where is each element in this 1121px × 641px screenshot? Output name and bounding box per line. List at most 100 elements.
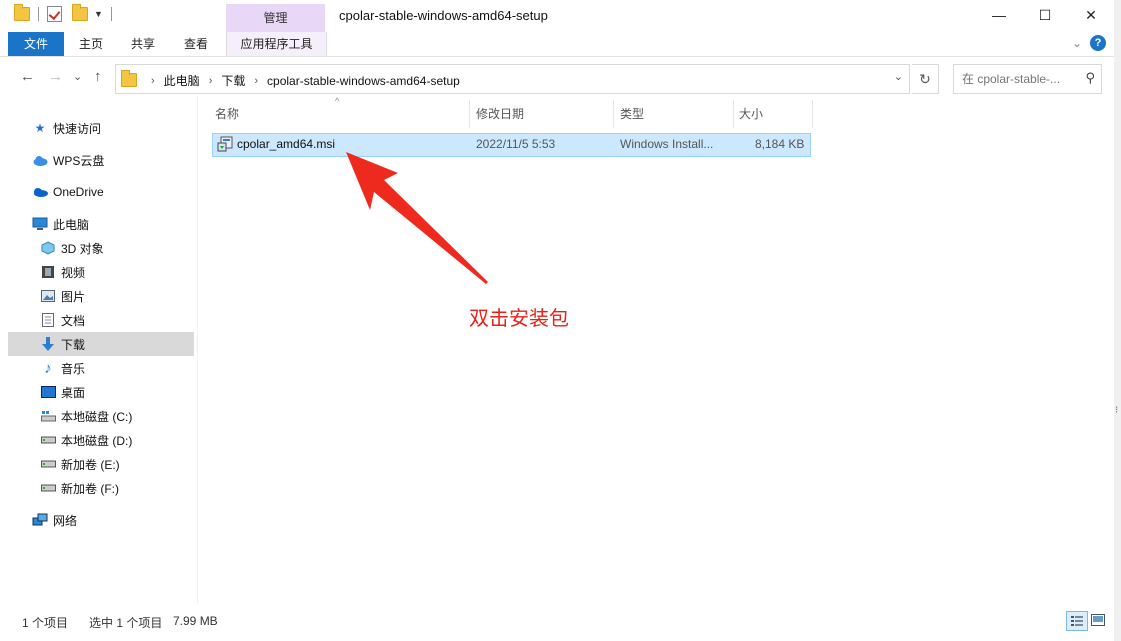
column-header-type[interactable]: 类型: [620, 98, 644, 130]
status-bar: 1 个项目 选中 1 个项目 7.99 MB: [0, 606, 1114, 636]
manage-tab[interactable]: 管理: [226, 4, 325, 32]
drive-icon: [40, 432, 56, 448]
column-separator[interactable]: [469, 100, 470, 128]
3d-objects-icon: [40, 240, 56, 256]
expand-ribbon-chevron-icon[interactable]: ⌄: [1072, 36, 1082, 50]
background-window-edge: ⁝: [1114, 0, 1121, 641]
sidebar-item-onedrive[interactable]: OneDrive: [8, 180, 194, 204]
status-selected-size: 7.99 MB: [173, 614, 218, 628]
ribbon-tabs: 文件 主页 共享 查看 应用程序工具 ⌄ ?: [0, 32, 1114, 56]
address-bar[interactable]: › 此电脑 › 下载 › cpolar-stable-windows-amd64…: [115, 64, 910, 94]
sidebar-item-drive-f[interactable]: 新加卷 (F:): [8, 476, 194, 500]
music-icon: ♪: [44, 359, 52, 377]
sidebar-item-label: 快速访问: [53, 121, 102, 136]
sidebar-item-label: 3D 对象: [61, 241, 104, 256]
sidebar-item-label: 文档: [61, 313, 86, 328]
details-view-icon: [1071, 616, 1083, 626]
sidebar-item-label: 网络: [53, 513, 78, 528]
minimize-button[interactable]: —: [976, 0, 1022, 30]
sidebar-item-drive-e[interactable]: 新加卷 (E:): [8, 452, 194, 476]
sidebar-item-drive-c[interactable]: 本地磁盘 (C:): [8, 404, 194, 428]
navigation-bar: ← → ⌄ ↑ › 此电脑 › 下载 › cpolar-stable-windo…: [0, 62, 1114, 94]
sidebar-item-documents[interactable]: 文档: [8, 308, 194, 332]
sidebar-item-label: 音乐: [61, 361, 86, 376]
sidebar-item-network[interactable]: 网络: [8, 508, 194, 532]
sidebar-item-this-pc[interactable]: 此电脑: [8, 212, 194, 236]
sidebar-item-label: OneDrive: [53, 185, 104, 199]
window-controls: — ☐ ✕: [976, 0, 1114, 30]
sidebar-item-desktop[interactable]: 桌面: [8, 380, 194, 404]
sidebar-item-label: 本地磁盘 (C:): [61, 409, 133, 424]
breadcrumb: › 此电脑 › 下载 › cpolar-stable-windows-amd64…: [142, 72, 460, 89]
column-separator[interactable]: [733, 100, 734, 128]
back-button[interactable]: ←: [20, 68, 35, 85]
folder-icon: [121, 70, 137, 87]
title-bar: ▼ 管理 cpolar-stable-windows-amd64-setup —…: [0, 0, 1114, 32]
folder-icon: [14, 4, 30, 21]
sidebar-item-label: 新加卷 (F:): [61, 481, 119, 496]
window-title: cpolar-stable-windows-amd64-setup: [339, 8, 548, 23]
breadcrumb-this-pc[interactable]: 此电脑: [164, 72, 200, 89]
column-header-name[interactable]: 名称: [215, 98, 239, 130]
drive-icon: [40, 480, 56, 496]
new-folder-icon[interactable]: [72, 4, 88, 21]
computer-icon: [32, 216, 48, 232]
column-separator[interactable]: [613, 100, 614, 128]
ribbon-right-controls: ⌄ ?: [1072, 35, 1106, 51]
download-icon: [40, 336, 56, 352]
sidebar-item-videos[interactable]: 视频: [8, 260, 194, 284]
properties-icon[interactable]: [47, 6, 62, 22]
tab-share[interactable]: 共享: [126, 32, 160, 56]
large-icons-view-button[interactable]: [1088, 611, 1108, 629]
breadcrumb-downloads[interactable]: 下载: [221, 72, 245, 89]
file-type: Windows Install...: [620, 137, 714, 151]
sidebar-item-wps-cloud[interactable]: WPS云盘: [8, 148, 194, 172]
wps-cloud-icon: [32, 152, 48, 168]
help-icon[interactable]: ?: [1090, 35, 1106, 51]
sidebar-item-label: 新加卷 (E:): [61, 457, 120, 472]
column-header-modified[interactable]: 修改日期: [476, 98, 524, 130]
file-size: 8,184 KB: [755, 137, 805, 151]
tab-view[interactable]: 查看: [179, 32, 213, 56]
annotation-arrow-icon: [346, 152, 488, 284]
address-dropdown-chevron-icon[interactable]: ⌄: [894, 70, 903, 83]
pictures-icon: [40, 288, 56, 304]
recent-locations-chevron-icon[interactable]: ⌄: [73, 70, 82, 83]
tab-application-tools[interactable]: 应用程序工具: [226, 32, 327, 56]
refresh-button[interactable]: ↻: [912, 64, 939, 94]
sidebar-item-quick-access[interactable]: ★ 快速访问: [8, 116, 194, 140]
up-button[interactable]: ↑: [94, 68, 102, 85]
quick-access-toolbar: ▼: [14, 4, 116, 22]
sidebar-item-label: 下载: [61, 337, 86, 352]
sidebar-item-3d-objects[interactable]: 3D 对象: [8, 236, 194, 260]
toolbar-separator: [110, 7, 112, 21]
tab-file[interactable]: 文件: [8, 32, 64, 56]
breadcrumb-separator-icon[interactable]: ›: [151, 75, 155, 87]
file-row[interactable]: cpolar_amd64.msi 2022/11/5 5:53 Windows …: [212, 133, 811, 157]
breadcrumb-separator-icon[interactable]: ›: [209, 75, 213, 87]
column-header-size[interactable]: 大小: [739, 98, 763, 130]
forward-button[interactable]: →: [48, 68, 63, 85]
pane-divider[interactable]: [197, 96, 198, 604]
search-icon[interactable]: ⚲: [1085, 70, 1095, 86]
breadcrumb-current-folder[interactable]: cpolar-stable-windows-amd64-setup: [267, 74, 460, 88]
sidebar-item-music[interactable]: ♪ 音乐: [8, 356, 194, 380]
desktop-icon: [40, 384, 56, 400]
close-button[interactable]: ✕: [1068, 0, 1114, 30]
breadcrumb-separator-icon[interactable]: ›: [254, 75, 258, 87]
sidebar-item-drive-d[interactable]: 本地磁盘 (D:): [8, 428, 194, 452]
tab-home[interactable]: 主页: [74, 32, 108, 56]
maximize-button[interactable]: ☐: [1022, 0, 1068, 30]
customize-toolbar-chevron-icon[interactable]: ▼: [94, 9, 103, 19]
sidebar-item-pictures[interactable]: 图片: [8, 284, 194, 308]
sidebar-item-label: 桌面: [61, 385, 86, 400]
sidebar-item-label: 图片: [61, 289, 86, 304]
navigation-pane: ★ 快速访问 WPS云盘 OneDrive 此电脑 3D 对象 视频 图片 文档…: [8, 96, 198, 604]
column-separator[interactable]: [812, 100, 813, 128]
sidebar-item-label: 此电脑: [53, 217, 90, 232]
sidebar-item-downloads[interactable]: 下载: [8, 332, 194, 356]
search-input[interactable]: [960, 70, 1079, 88]
details-view-button[interactable]: [1066, 611, 1088, 631]
sidebar-item-label: 本地磁盘 (D:): [61, 433, 133, 448]
refresh-icon: ↻: [919, 70, 931, 87]
